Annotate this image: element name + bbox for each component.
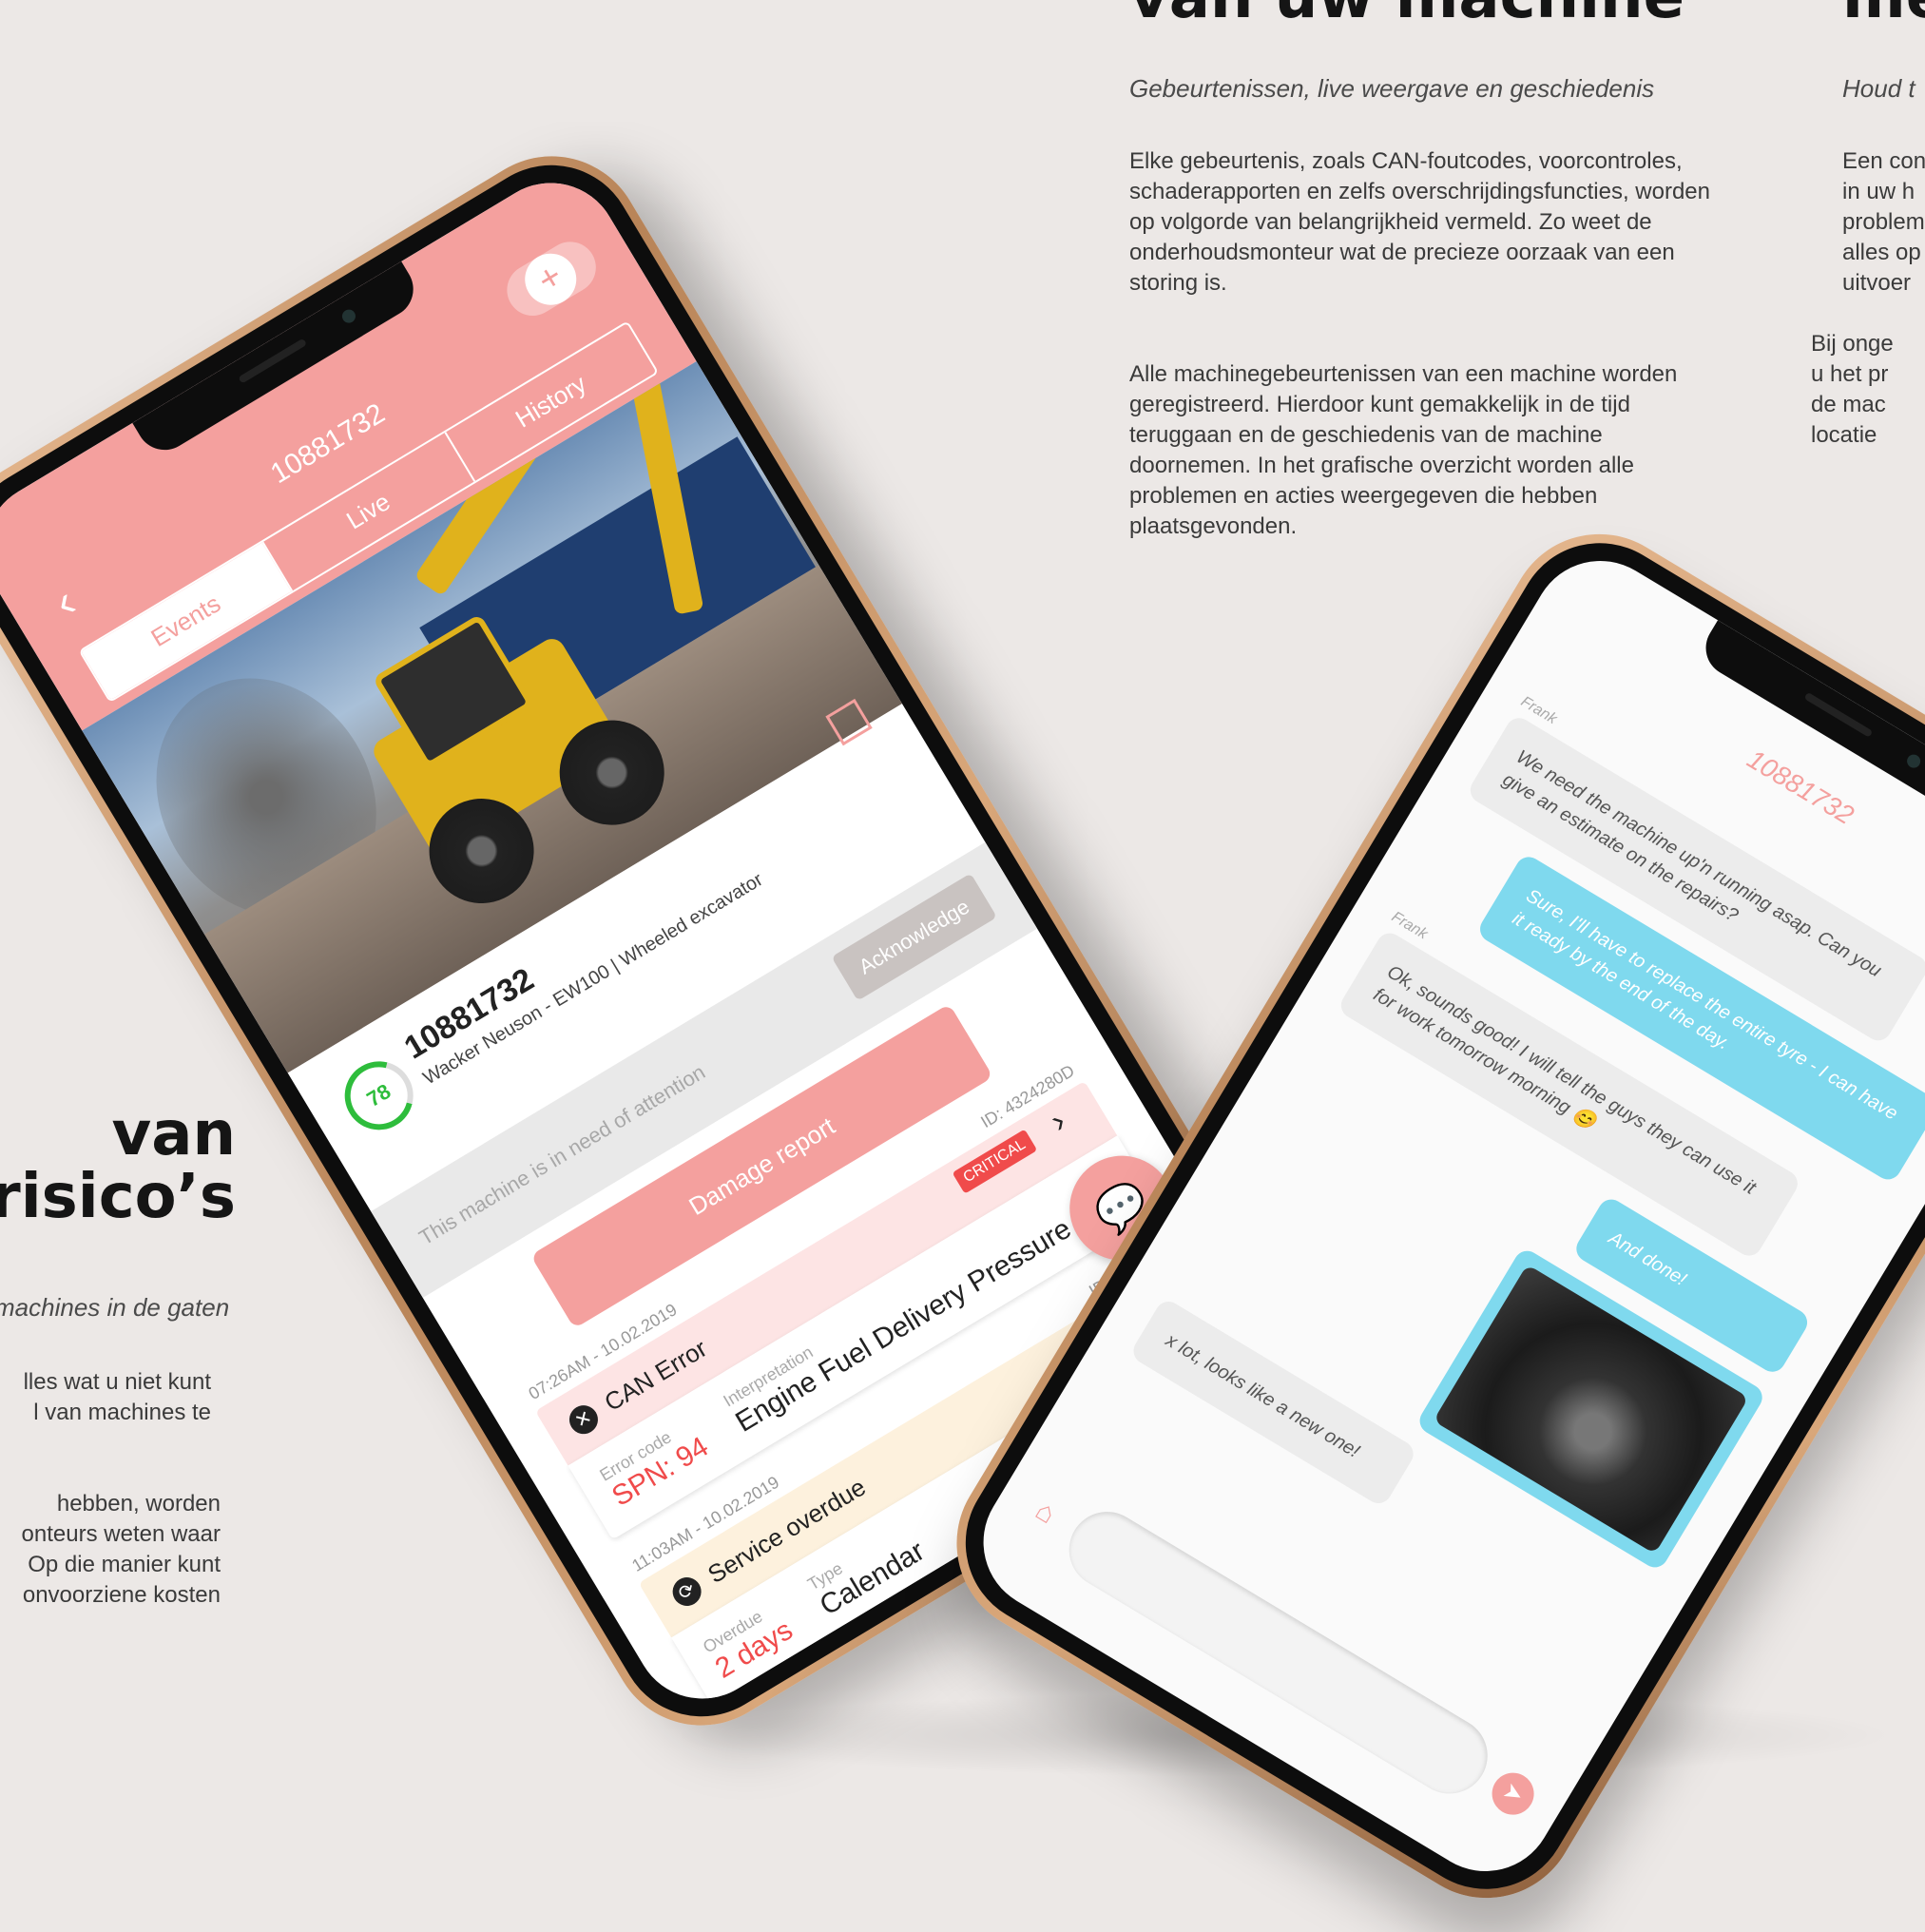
refresh-icon: ⟳ <box>666 1571 706 1612</box>
section-subtitle-machine: Gebeurtenissen, live weergave en geschie… <box>1129 74 1655 103</box>
section-title-risks: van risico’s <box>0 1099 236 1232</box>
error-x-icon: ✕ <box>564 1400 604 1439</box>
paragraph-history: Alle machinegebeurtenissen van een machi… <box>1129 361 1678 539</box>
section-title-machine: van uw machine <box>1129 0 1684 32</box>
health-score: 78 <box>332 1048 427 1143</box>
section-subtitle-right: Houd t <box>1842 74 1915 103</box>
event-field: Overdue 2 days <box>700 1597 799 1686</box>
paragraph-right-2: Bij onge u het pr de mac locatie <box>1811 331 1894 448</box>
send-icon[interactable]: ➤ <box>1484 1765 1542 1823</box>
section-title-right: me <box>1842 0 1925 32</box>
paragraph-left-1: lles wat u niet kunt l van machines te <box>23 1369 211 1425</box>
paragraph-left-2: hebben, worden onteurs weten waar Op die… <box>21 1491 221 1608</box>
message-incoming: x lot, looks like a new one! <box>1128 1296 1418 1509</box>
paragraph-events: Elke gebeurtenis, zoals CAN-foutcodes, v… <box>1129 148 1711 296</box>
paragraph-right-1: Een con in uw h problem alles op uitvoer <box>1842 148 1925 296</box>
camera-icon[interactable]: ⌂ <box>1019 1487 1071 1539</box>
section-subtitle-left: machines in de gaten <box>0 1293 230 1322</box>
